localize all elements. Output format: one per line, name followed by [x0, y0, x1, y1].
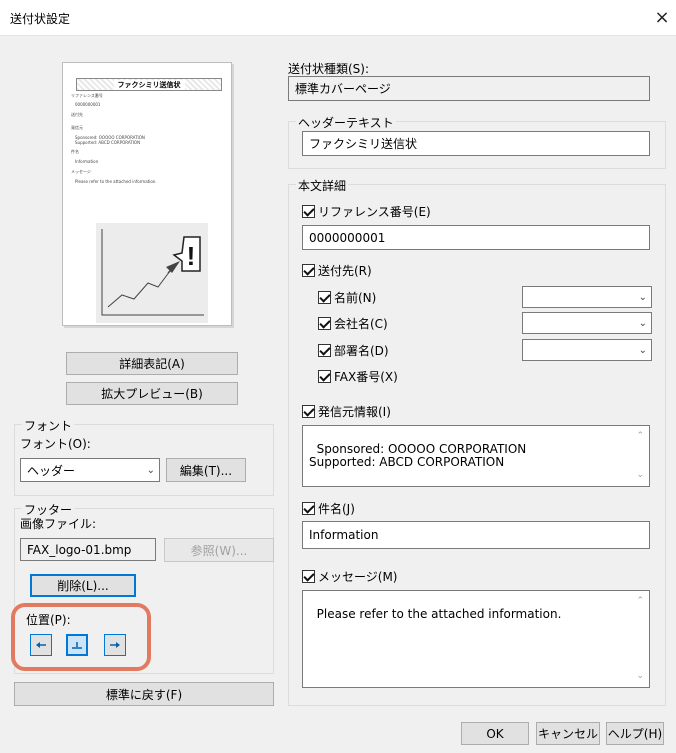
- font-select-value: ヘッダー: [27, 463, 76, 478]
- preview-line: Information: [75, 159, 99, 164]
- fax-number-label: FAX番号(X): [334, 370, 398, 384]
- preview-line: メッセージ: [71, 169, 91, 174]
- align-right-button[interactable]: [104, 634, 126, 656]
- scroll-up-icon[interactable]: ⌃: [636, 430, 644, 443]
- title-bar: [0, 0, 676, 36]
- fax-logo-image: !: [96, 223, 208, 323]
- preview-line: Supported: ABCD CORPORATION: [75, 140, 141, 145]
- preview-header-bar: ファクシミリ送信状: [76, 78, 222, 91]
- arrow-left-icon: [36, 642, 46, 648]
- company-select[interactable]: ⌄: [522, 312, 652, 334]
- delete-button[interactable]: 削除(L)...: [30, 574, 136, 597]
- header-text-input[interactable]: ファクシミリ送信状: [302, 131, 650, 156]
- subject-checkbox[interactable]: 件名(J): [302, 500, 355, 517]
- cover-page-preview: ファクシミリ送信状 リファレンス番号 0000000001 送付先 発信元 Sp…: [62, 62, 232, 326]
- reference-number-input[interactable]: 0000000001: [302, 225, 650, 250]
- preview-line: リファレンス番号: [71, 93, 103, 98]
- svg-text:!: !: [187, 241, 196, 271]
- checkbox-checked[interactable]: [318, 291, 331, 304]
- message-label: メッセージ(M): [318, 570, 398, 584]
- help-button[interactable]: ヘルプ(H): [606, 722, 664, 745]
- recipient-label: 送付先(R): [318, 264, 372, 278]
- cover-type-label: 送付状種類(S):: [288, 62, 370, 76]
- message-text: Please refer to the attached information…: [316, 607, 562, 621]
- checkbox-checked[interactable]: [318, 370, 331, 383]
- align-left-button[interactable]: [30, 634, 52, 656]
- company-label: 会社名(C): [334, 317, 388, 331]
- scroll-up-icon[interactable]: ⌃: [636, 595, 644, 608]
- chevron-down-icon: ⌄: [638, 344, 647, 356]
- department-checkbox[interactable]: 部署名(D): [318, 342, 389, 359]
- subject-input[interactable]: Information: [302, 521, 650, 549]
- ok-button[interactable]: OK: [461, 722, 529, 745]
- align-center-icon: [72, 642, 82, 649]
- checkbox-checked[interactable]: [318, 344, 331, 357]
- header-text-legend: ヘッダーテキスト: [296, 114, 396, 131]
- subject-label: 件名(J): [318, 502, 355, 516]
- scroll-down-icon[interactable]: ⌄: [636, 670, 644, 683]
- chevron-down-icon: ⌄: [146, 464, 155, 476]
- reference-number-label: リファレンス番号(E): [318, 205, 431, 219]
- preview-line: 0000000001: [75, 102, 101, 107]
- fax-number-checkbox[interactable]: FAX番号(X): [318, 368, 398, 385]
- preview-line: 送付先: [71, 112, 83, 117]
- cover-type-field[interactable]: 標準カバーページ: [288, 76, 650, 101]
- message-textarea[interactable]: Please refer to the attached information…: [302, 590, 650, 688]
- font-select[interactable]: ヘッダー ⌄: [20, 458, 160, 482]
- growth-chart-icon: !: [101, 229, 204, 316]
- message-checkbox[interactable]: メッセージ(M): [302, 568, 397, 585]
- checkbox-checked[interactable]: [302, 205, 315, 218]
- chevron-down-icon: ⌄: [638, 317, 647, 329]
- checkbox-checked[interactable]: [302, 264, 315, 277]
- close-button[interactable]: ×: [648, 4, 676, 32]
- name-checkbox[interactable]: 名前(N): [318, 289, 376, 306]
- chevron-down-icon: ⌄: [638, 291, 647, 303]
- window-title: 送付状設定: [10, 12, 71, 26]
- name-label: 名前(N): [334, 291, 377, 305]
- recipient-checkbox[interactable]: 送付先(R): [302, 262, 372, 279]
- edit-button[interactable]: 編集(T)...: [166, 458, 246, 482]
- sender-info-label: 発信元情報(I): [318, 405, 391, 419]
- sender-info-text: Sponsored: OOOOO CORPORATION Supported: …: [309, 442, 527, 469]
- preview-line: 件名: [71, 149, 79, 154]
- reference-number-checkbox[interactable]: リファレンス番号(E): [302, 203, 431, 220]
- image-file-label: 画像ファイル:: [20, 517, 97, 531]
- sender-info-textarea[interactable]: Sponsored: OOOOO CORPORATION Supported: …: [302, 425, 650, 487]
- details-button[interactable]: 詳細表記(A): [66, 352, 238, 375]
- department-label: 部署名(D): [334, 344, 389, 358]
- font-label: フォント(O):: [20, 437, 91, 451]
- preview-line: 発信元: [71, 125, 83, 130]
- checkbox-checked[interactable]: [302, 502, 315, 515]
- body-details-legend: 本文詳細: [296, 177, 349, 194]
- preview-line: Please refer to the attached information…: [75, 179, 157, 184]
- cancel-button[interactable]: キャンセル: [536, 722, 600, 745]
- font-group-legend: フォント: [22, 417, 75, 434]
- name-select[interactable]: ⌄: [522, 286, 652, 308]
- checkbox-checked[interactable]: [318, 317, 331, 330]
- department-select[interactable]: ⌄: [522, 339, 652, 361]
- checkbox-checked[interactable]: [302, 570, 315, 583]
- arrow-right-icon: [110, 642, 120, 648]
- checkbox-checked[interactable]: [302, 405, 315, 418]
- scroll-down-icon[interactable]: ⌄: [636, 469, 644, 482]
- align-center-button[interactable]: [66, 634, 88, 656]
- image-file-field[interactable]: FAX_logo-01.bmp: [20, 538, 156, 561]
- sender-info-checkbox[interactable]: 発信元情報(I): [302, 403, 391, 420]
- restore-default-button[interactable]: 標準に戻す(F): [14, 682, 274, 706]
- company-checkbox[interactable]: 会社名(C): [318, 315, 388, 332]
- preview-header-text: ファクシミリ送信状: [113, 79, 185, 90]
- enlarge-preview-button[interactable]: 拡大プレビュー(B): [66, 382, 238, 405]
- position-label: 位置(P):: [26, 613, 71, 627]
- browse-button[interactable]: 参照(W)...: [164, 538, 274, 562]
